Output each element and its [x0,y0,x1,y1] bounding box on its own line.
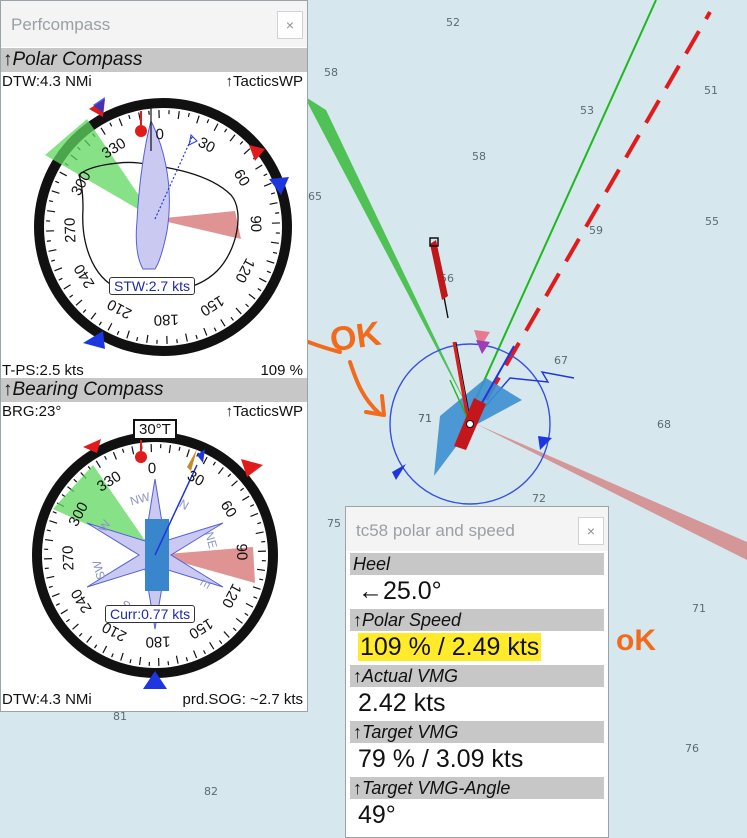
bearing-sog: prd.SOG: ~2.7 kts [182,691,303,708]
heading-box: 30°T [133,419,177,440]
target-vmg-value: 79 % / 3.09 kts [358,745,524,773]
depth-sounding: 53 [580,104,594,117]
polar-compass-dial: 3060901201501802102402703003300 [34,97,292,356]
depth-sounding: 72 [532,492,546,505]
dial-label: 0 [148,460,157,477]
target-vmg-label: ↑Target VMG [350,721,604,743]
dial-label: 270 [62,217,80,243]
polar-speed-label: ↑Polar Speed [350,609,604,631]
dial-label: 270 [60,545,78,571]
laylines-green [469,0,657,413]
depth-sounding: 76 [685,742,699,755]
depth-sounding: 82 [204,785,218,798]
polar-target-speed: T-PS:2.5 kts [2,362,84,379]
depth-sounding: 75 [327,517,341,530]
bearing-dtw: DTW:4.3 NMi [2,691,92,708]
sail-wedge [434,378,522,476]
dial-label: 0 [155,126,164,143]
annotation-ok-1: OK [327,314,384,360]
dial-label: 90 [247,215,265,232]
course-line-red-dashed [484,11,712,401]
polar-speed-value: 109 % / 2.49 kts [358,633,542,662]
bearing-compass-dial: 3060901201501802102402703003300 NNEESESS… [32,432,278,689]
vessel-depth-label: 71 [418,412,432,425]
polar-panel-close-button[interactable]: × [578,517,604,545]
dial-label: 90 [233,543,251,560]
polar-percent: 109 % [260,362,303,379]
actual-vmg-value: 2.42 kts [358,689,446,717]
boat-blue [145,519,169,591]
depth-sounding: 67 [554,354,568,367]
depth-sounding: 68 [657,418,671,431]
target-dot [135,125,147,137]
polar-speed-panel[interactable]: tc58 polar and speed × Heel ←25.0° ↑Pola… [345,506,609,838]
polar-speed-highlight: 109 % / 2.49 kts [358,633,542,661]
target-vmg-angle-value: 49° [358,801,396,829]
depth-sounding: 51 [704,84,718,97]
perfcompass-close-button[interactable]: × [277,11,303,39]
perfcompass-panel[interactable]: Perfcompass × ↑Polar Compass DTW:4.3 NMi… [0,0,308,712]
ring-marker-blue [538,436,552,450]
depth-sounding: 59 [589,224,603,237]
bearing-mode: ↑TacticsWP [225,403,303,420]
depth-sounding: 71 [692,602,706,615]
perfcompass-title: Perfcompass [11,15,111,34]
annotation-ok-2: oK [616,624,656,657]
ring-marker-purple [476,340,490,354]
own-vessel-center [466,420,474,428]
depth-sounding: 58 [472,150,486,163]
current-box: Curr:0.77 kts [105,605,196,623]
depth-sounding: 52 [446,16,460,29]
annotation-arrow-2 [348,360,382,416]
bearing-compass-header: ↑Bearing Compass [1,378,307,402]
perfcompass-titlebar[interactable]: Perfcompass × [1,1,307,47]
heel-label: Heel [350,553,604,575]
polar-mode: ↑TacticsWP [225,73,303,90]
depth-sounding: 65 [308,190,322,203]
polar-panel-title: tc58 polar and speed [356,521,515,540]
polar-compass-header: ↑Polar Compass [1,48,307,72]
depth-sounding: 55 [705,215,719,228]
heel-value: ←25.0° [358,577,442,605]
depth-sounding: 58 [324,66,338,79]
target-vmg-angle-label: ↑Target VMG-Angle [350,777,604,799]
wind-sector-wedge [304,96,470,412]
polar-panel-titlebar[interactable]: tc58 polar and speed × [346,507,608,551]
target-dot [135,451,147,463]
stw-box: STW:2.7 kts [109,277,195,295]
actual-vmg-label: ↑Actual VMG [350,665,604,687]
dial-label: 180 [153,311,179,329]
ais-target [430,240,448,300]
dial-label: 180 [145,633,171,651]
bearing-brg: BRG:23° [2,403,62,420]
polar-dtw: DTW:4.3 NMi [2,73,92,90]
ring-marker-blue [392,464,406,480]
